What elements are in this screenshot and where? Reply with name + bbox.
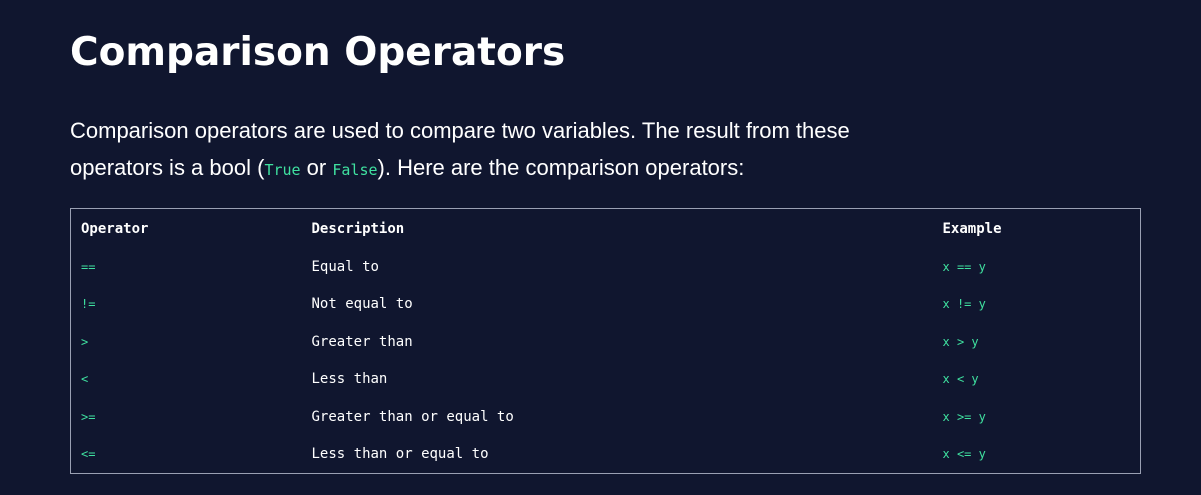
example-cell: x < y (942, 372, 979, 387)
table-row: <= Less than or equal to x <= y (71, 436, 1141, 474)
intro-text-end: ). Here are the comparison operators: (377, 155, 745, 180)
intro-or-text: or (300, 155, 333, 180)
description-cell: Equal to (311, 258, 379, 275)
operator-cell: >= (81, 409, 96, 424)
comparison-operators-table: Operator Description Example == Equal to… (70, 208, 1141, 474)
table-row: >= Greater than or equal to x >= y (71, 398, 1141, 436)
example-cell: x >= y (942, 409, 986, 424)
description-cell: Greater than or equal to (311, 408, 514, 425)
operator-cell: != (81, 297, 96, 312)
page-title: Comparison Operators (70, 30, 566, 75)
header-description: Description (311, 220, 405, 237)
example-cell: x <= y (942, 447, 986, 462)
table-row: > Greater than x > y (71, 323, 1141, 361)
table-row: < Less than x < y (71, 361, 1141, 399)
description-cell: Not equal to (311, 296, 413, 313)
operator-cell: == (81, 259, 96, 274)
example-cell: x == y (942, 259, 986, 274)
false-code: False (332, 161, 378, 179)
operator-cell: < (81, 372, 89, 387)
example-cell: x > y (942, 334, 979, 349)
table-row: != Not equal to x != y (71, 286, 1141, 324)
table-header-row: Operator Description Example (71, 209, 1141, 249)
header-operator: Operator (81, 220, 149, 237)
description-cell: Less than or equal to (311, 446, 489, 463)
operator-cell: > (81, 334, 89, 349)
header-example: Example (942, 220, 1002, 237)
description-cell: Greater than (311, 333, 413, 350)
operator-cell: <= (81, 447, 96, 462)
example-cell: x != y (942, 297, 986, 312)
intro-paragraph: Comparison operators are used to compare… (70, 112, 890, 189)
table-row: == Equal to x == y (71, 248, 1141, 286)
description-cell: Less than (311, 371, 388, 388)
true-code: True (264, 161, 301, 179)
